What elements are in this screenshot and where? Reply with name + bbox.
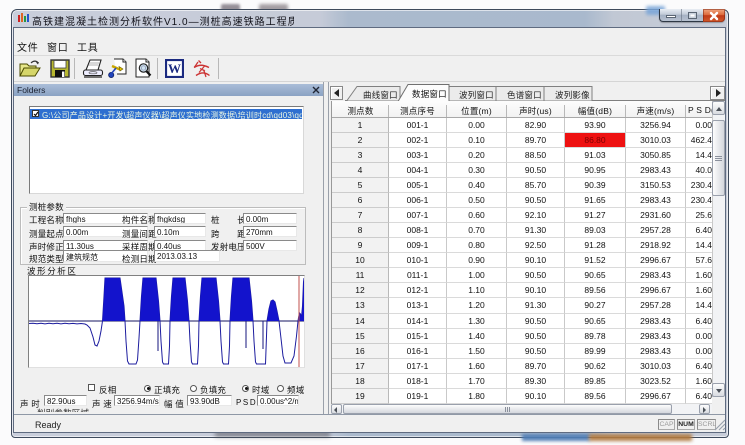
svg-text:W: W: [168, 61, 181, 76]
